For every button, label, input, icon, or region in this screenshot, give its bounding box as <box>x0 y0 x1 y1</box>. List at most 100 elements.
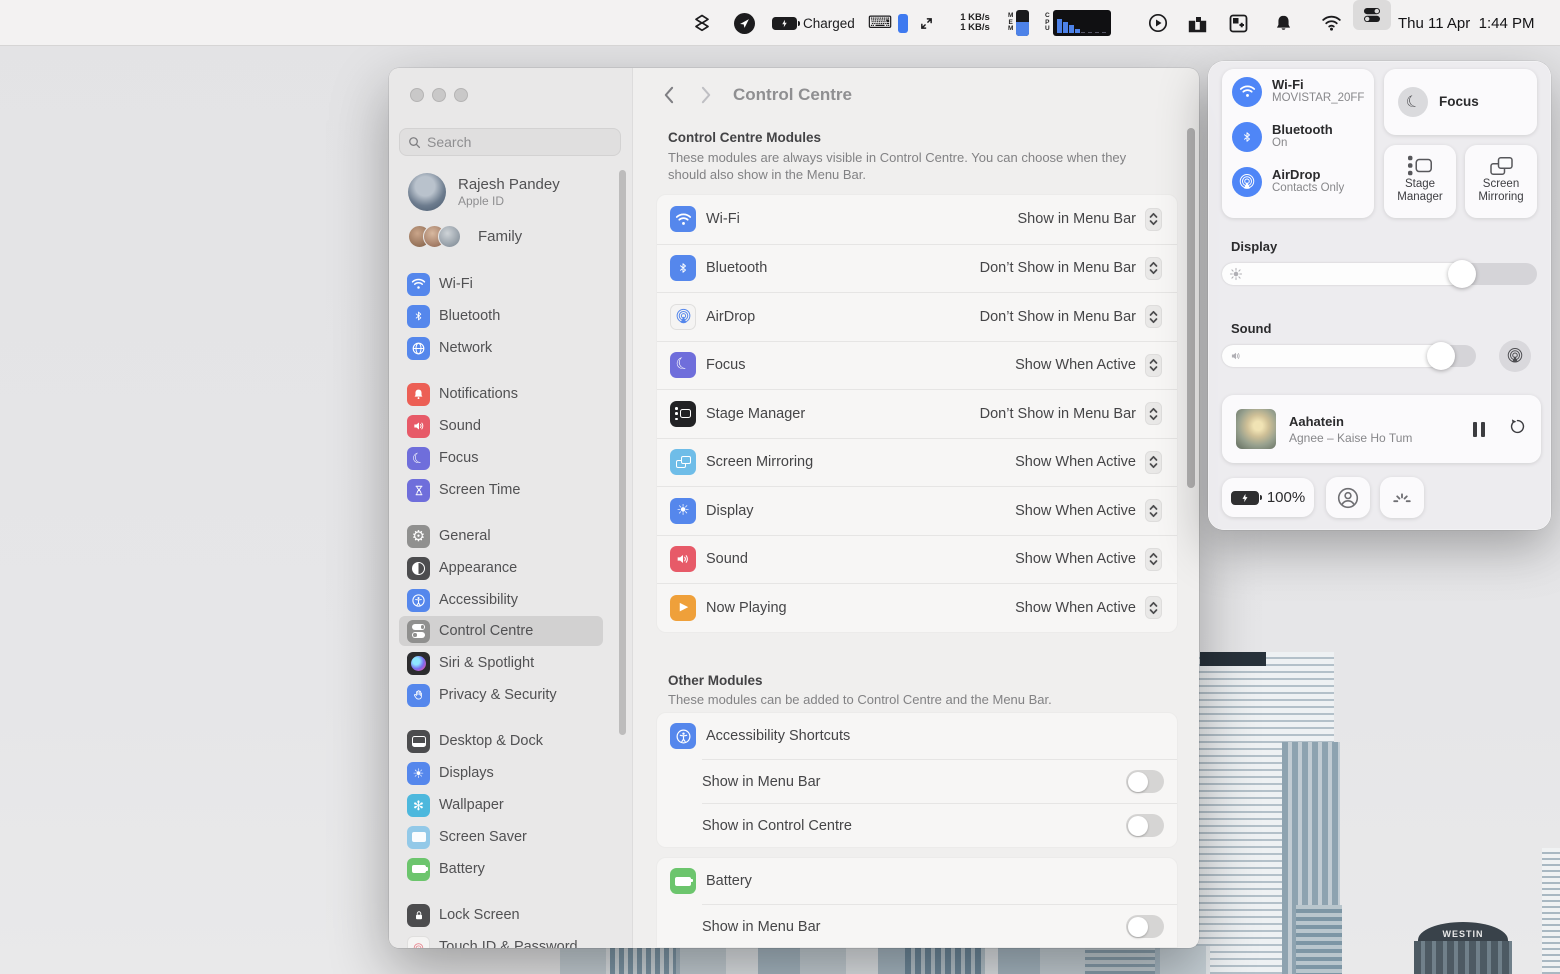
cpu-monitor[interactable]: CPU <box>1045 0 1111 46</box>
location-menu-icon[interactable] <box>731 0 757 46</box>
sidebar-item-wallpaper[interactable]: ✻ Wallpaper <box>399 790 603 820</box>
dropdown-stepper[interactable] <box>1145 451 1162 474</box>
slider-knob[interactable] <box>1427 342 1455 370</box>
dropdown-stepper[interactable] <box>1145 208 1162 231</box>
sidebar-item-network[interactable]: Network <box>399 333 603 363</box>
sidebar-scrollbar[interactable] <box>619 170 626 735</box>
module-row-screen-mirroring: Screen Mirroring Show When Active <box>657 438 1177 487</box>
window-layout-menu-icon[interactable] <box>1226 0 1250 46</box>
dropdown-stepper[interactable] <box>1145 354 1162 377</box>
wallpaper-hotel-sign: WESTIN <box>1418 922 1508 942</box>
dropdown-stepper[interactable] <box>1145 548 1162 571</box>
module-row-focus: ☾ Focus Show When Active <box>657 341 1177 390</box>
display-brightness-slider[interactable] <box>1222 263 1537 285</box>
wifi-menu-icon[interactable] <box>1317 0 1345 46</box>
lock-icon <box>407 904 430 927</box>
sidebar-item-wifi[interactable]: Wi-Fi <box>399 269 603 299</box>
search-input[interactable]: Search <box>399 128 621 156</box>
settings-sidebar: Search Rajesh Pandey Apple ID Family Wi-… <box>389 68 633 948</box>
wallpaper-building <box>905 946 985 974</box>
apple-id-row[interactable]: Rajesh Pandey Apple ID <box>408 173 560 211</box>
forward-button[interactable] <box>694 83 718 107</box>
now-playing-card[interactable]: Aahatein Agnee – Kaise Ho Tum <box>1222 395 1541 463</box>
sidebar-item-focus[interactable]: ☾ Focus <box>399 443 603 473</box>
accessibility-icon <box>407 589 430 612</box>
window-controls <box>410 88 468 102</box>
dropdown-stepper[interactable] <box>1145 499 1162 522</box>
memory-monitor[interactable]: MEM <box>1008 0 1029 46</box>
sidebar-item-lock-screen[interactable]: Lock Screen <box>399 900 603 930</box>
screen-mirroring-icon <box>670 449 696 475</box>
module-row-wifi: Wi-Fi Show in Menu Bar <box>657 195 1177 244</box>
cc-wifi-row[interactable]: Wi-FiMOVISTAR_20FF <box>1222 69 1374 114</box>
network-speed-indicator[interactable]: 1 KB/s1 KB/s <box>952 0 998 46</box>
keyboard-brightness-button[interactable] <box>1380 477 1424 518</box>
cpu-label: CPU <box>1045 13 1050 33</box>
sidebar-item-screen-saver[interactable]: Screen Saver <box>399 822 603 852</box>
audio-output-button[interactable] <box>1499 340 1531 372</box>
menu-bar: Charged ⌨ 1 KB/s1 KB/s MEM CPU Thu 11 Ap… <box>0 0 1560 46</box>
notification-bell-menu-icon[interactable] <box>1270 0 1296 46</box>
close-window-button[interactable] <box>410 88 424 102</box>
show-in-menu-bar-toggle[interactable] <box>1126 770 1164 793</box>
hand-icon <box>407 684 430 707</box>
sidebar-item-bluetooth[interactable]: Bluetooth <box>399 301 603 331</box>
battery-icon <box>407 858 430 881</box>
screen-mirroring-tile[interactable]: ScreenMirroring <box>1465 145 1537 218</box>
battery-status-card[interactable]: 100% <box>1222 478 1314 517</box>
sidebar-item-general[interactable]: ⚙ General <box>399 521 603 551</box>
control-centre-menu-icon[interactable] <box>1353 0 1391 30</box>
dropdown-stepper[interactable] <box>1145 402 1162 425</box>
dropdown-stepper[interactable] <box>1145 596 1162 619</box>
resize-arrows-icon[interactable] <box>916 0 936 46</box>
pause-button[interactable] <box>1473 422 1485 437</box>
search-icon <box>408 136 421 149</box>
module-row-now-playing: ▶ Now Playing Show When Active <box>657 583 1177 632</box>
indicator-pill-icon[interactable] <box>896 0 910 46</box>
sidebar-item-screen-time[interactable]: Screen Time <box>399 475 603 505</box>
sidebar-item-appearance[interactable]: Appearance <box>399 553 603 583</box>
cpu-graph <box>1053 10 1111 36</box>
sidebar-item-control-centre[interactable]: Control Centre <box>399 616 603 646</box>
dropdown-stepper[interactable] <box>1145 305 1162 328</box>
focus-card[interactable]: ☾ Focus <box>1384 69 1537 135</box>
menu-bar-clock[interactable]: Thu 11 Apr 1:44 PM <box>1398 0 1550 46</box>
zoom-window-button[interactable] <box>454 88 468 102</box>
stats-menu-icon[interactable] <box>1185 0 1209 46</box>
show-in-menu-bar-toggle[interactable] <box>1126 915 1164 938</box>
now-playing-subtitle: Agnee – Kaise Ho Tum <box>1289 431 1460 445</box>
content-scrollbar[interactable] <box>1187 128 1195 488</box>
sidebar-item-accessibility[interactable]: Accessibility <box>399 585 603 615</box>
cc-airdrop-row[interactable]: AirDropContacts Only <box>1222 159 1374 204</box>
sound-volume-slider[interactable] <box>1222 345 1476 367</box>
moon-icon: ☾ <box>407 447 430 470</box>
section-title: Other Modules <box>668 673 763 688</box>
sidebar-item-touch-id[interactable]: Touch ID & Password <box>399 932 603 948</box>
replay-button[interactable] <box>1508 417 1527 441</box>
battery-menu-item[interactable]: Charged <box>772 0 855 46</box>
keyboard-menu-icon[interactable]: ⌨ <box>868 0 892 46</box>
stage-manager-tile[interactable]: StageManager <box>1384 145 1456 218</box>
sidebar-item-privacy-security[interactable]: Privacy & Security <box>399 680 603 710</box>
slider-knob[interactable] <box>1448 260 1476 288</box>
sidebar-item-displays[interactable]: ☀ Displays <box>399 758 603 788</box>
sidebar-item-desktop-dock[interactable]: Desktop & Dock <box>399 726 603 756</box>
sidebar-item-sound[interactable]: Sound <box>399 411 603 441</box>
show-in-control-centre-toggle[interactable] <box>1126 814 1164 837</box>
user-switch-button[interactable] <box>1326 477 1370 518</box>
play-menu-icon[interactable] <box>1146 0 1170 46</box>
back-button[interactable] <box>656 83 680 107</box>
family-row[interactable]: Family <box>408 225 522 248</box>
moon-icon: ☾ <box>670 352 696 378</box>
airdrop-icon <box>1232 167 1262 197</box>
minimize-window-button[interactable] <box>432 88 446 102</box>
hourglass-icon <box>407 479 430 502</box>
toggle-row: Show in Menu Bar <box>702 904 1177 948</box>
dropdown-stepper[interactable] <box>1145 257 1162 280</box>
cc-bluetooth-row[interactable]: BluetoothOn <box>1222 114 1374 159</box>
sidebar-item-battery[interactable]: Battery <box>399 854 603 884</box>
sidebar-item-notifications[interactable]: Notifications <box>399 379 603 409</box>
stacks-menu-icon[interactable] <box>688 0 716 46</box>
sidebar-item-siri-spotlight[interactable]: Siri & Spotlight <box>399 648 603 678</box>
fingerprint-icon <box>407 936 430 949</box>
